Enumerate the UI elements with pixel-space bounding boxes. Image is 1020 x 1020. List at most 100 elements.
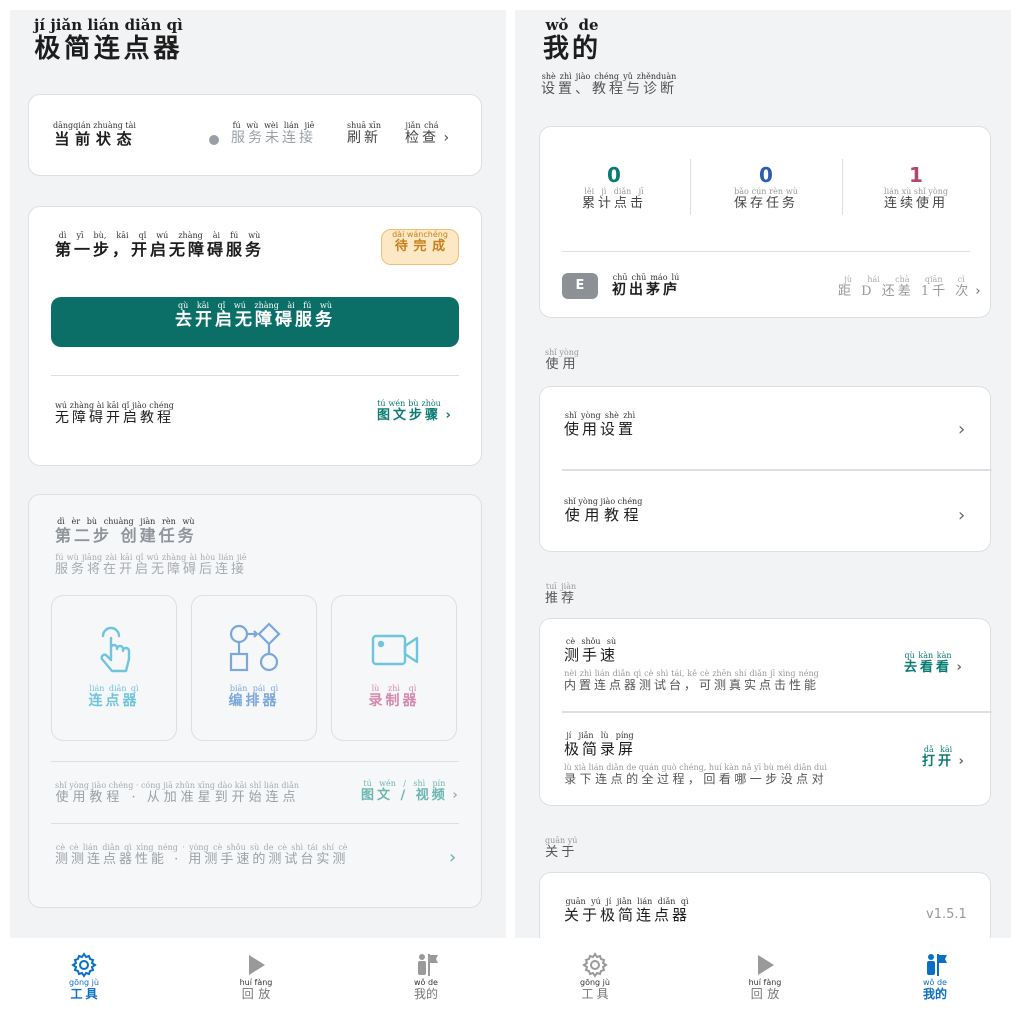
speed-test-desc-pinyin: nèi zhì lián diǎn qì cè shì tái, kě cè z… bbox=[564, 669, 820, 678]
section-recommend: 推荐tuī jiàn bbox=[545, 582, 577, 606]
chevron-right-icon: › bbox=[958, 754, 964, 769]
section-use-label: 使用 bbox=[545, 357, 579, 372]
screen-record-action[interactable]: 打开dǎ kāi › bbox=[922, 745, 964, 769]
recommend-card: 测手速cè shǒu sù 内置连点器测试台，可测真实点击性能nèi zhì l… bbox=[539, 618, 992, 806]
tab-mine-label: 我的 bbox=[413, 987, 438, 1001]
level-name-pinyin: chū chū máo lú bbox=[612, 273, 680, 282]
level-badge: E bbox=[562, 273, 598, 299]
tap-hand-icon bbox=[100, 626, 131, 673]
about-pinyin: guān yú jí jiǎn lián diǎn qì bbox=[564, 897, 691, 906]
tab-replay-label: 回放 bbox=[748, 987, 782, 1001]
use-card: 使用设置shǐ yòng shè zhì › 使用教程shǐ yòng jiào… bbox=[539, 386, 992, 552]
divider bbox=[690, 159, 691, 215]
tab-mine[interactable]: 我的wǒ de bbox=[875, 948, 995, 1002]
section-about-label: 关于 bbox=[545, 845, 578, 860]
check-label: 检查 bbox=[405, 130, 439, 146]
page-subtitle: 设置、教程与诊断shè zhì jiào chéng yǔ zhěnduàn bbox=[541, 72, 677, 98]
chevron-right-icon[interactable]: › bbox=[958, 505, 965, 526]
gear-icon bbox=[582, 952, 608, 978]
performance-test-row[interactable]: 测测连点器性能 · 用测手速的测试台实测cè cè lián diǎn qì x… bbox=[55, 843, 348, 867]
enable-accessibility-button[interactable]: 去开启无障碍服务qù kāi qǐ wú zhàng ài fú wù bbox=[51, 297, 459, 347]
usage-tutorial-link-pinyin: tú wén / shì pín bbox=[361, 779, 448, 788]
stat-saved-tasks: 0 保存任务bǎo cún rèn wù bbox=[696, 163, 836, 211]
refresh-label: 刷新 bbox=[347, 130, 381, 146]
tab-mine-pinyin: wǒ de bbox=[922, 978, 947, 987]
pending-badge-text: 待完成 bbox=[392, 239, 448, 254]
next-level-pinyin: jù hái chà qiān cì bbox=[838, 275, 972, 284]
step2-title: 第二步 创建任务dì èr bù chuàng jiàn rèn wù bbox=[55, 517, 197, 546]
arranger-tool-label: 编排器 bbox=[228, 693, 280, 709]
page-title-pinyin: wǒ de bbox=[543, 16, 601, 34]
enable-button-pinyin: qù kāi qǐ wú zhàng ài fú wù bbox=[175, 301, 335, 310]
arranger-tool-button[interactable]: 编排器biān pái qì bbox=[191, 595, 317, 741]
check-button[interactable]: 检查jiǎn chá › bbox=[405, 121, 449, 147]
clicker-tool-button[interactable]: 连点器lián diǎn qì bbox=[51, 595, 177, 741]
step1-title-text: 第一步，开启无障碍服务 bbox=[55, 240, 265, 259]
usage-tutorial-row[interactable]: 使用教程 · 从加准星到开始连点shǐ yòng jiào chéng · có… bbox=[55, 781, 299, 805]
tutorial-steps-link[interactable]: 图文步骤tú wén bù zhòu › bbox=[377, 399, 451, 423]
stat-saved-tasks-label: 保存任务 bbox=[733, 196, 798, 211]
stat-total-clicks-value: 0 bbox=[607, 163, 621, 187]
step2-card: 第二步 创建任务dì èr bù chuàng jiàn rèn wù 服务将在… bbox=[28, 494, 482, 908]
clicker-tool-pinyin: lián diǎn qì bbox=[88, 684, 140, 693]
usage-tutorial-label: 使用教程 bbox=[564, 506, 643, 524]
enable-button-label: 去开启无障碍服务 bbox=[175, 310, 335, 330]
speed-test-action[interactable]: 去看看qù kàn kàn › bbox=[904, 651, 962, 675]
step2-subtitle-pinyin: fú wù jiāng zài kāi qǐ wú zhàng ài hòu l… bbox=[55, 553, 248, 562]
stat-streak-value: 1 bbox=[909, 163, 923, 187]
service-status-pinyin: fú wù wèi lián jiē bbox=[231, 121, 316, 130]
chevron-right-icon[interactable]: › bbox=[958, 419, 965, 440]
recorder-tool-label: 录制器 bbox=[368, 693, 420, 709]
recorder-tool-button[interactable]: 录制器lù zhì qì bbox=[331, 595, 457, 741]
screen-record-title-text: 极简录屏 bbox=[564, 740, 637, 758]
divider bbox=[562, 251, 970, 252]
pending-badge: 待完成dài wánchéng bbox=[381, 229, 459, 265]
about-label: 关于极简连点器 bbox=[564, 906, 691, 924]
tutorial-steps-pinyin: tú wén bù zhòu bbox=[377, 399, 442, 408]
tab-tools[interactable]: 工具gōng jù bbox=[24, 948, 144, 1002]
tab-tools[interactable]: 工具gōng jù bbox=[535, 948, 655, 1002]
play-icon bbox=[758, 955, 774, 975]
usage-tutorial-pinyin: shǐ yòng jiào chéng · cóng jiā zhǔn xīng… bbox=[55, 781, 300, 790]
chevron-right-icon: › bbox=[956, 660, 962, 675]
tab-replay-pinyin: huí fàng bbox=[748, 978, 782, 987]
speed-test-action-text: 去看看 bbox=[904, 660, 953, 675]
tutorial-steps-text: 图文步骤 bbox=[377, 408, 442, 423]
pending-badge-pinyin: dài wánchéng bbox=[392, 230, 448, 239]
usage-tutorial-link[interactable]: 图文 / 视频tú wén / shì pín › bbox=[361, 779, 458, 803]
speed-test-desc-text: 内置连点器测试台，可测真实点击性能 bbox=[564, 678, 820, 692]
section-recommend-label: 推荐 bbox=[545, 591, 578, 606]
tab-replay-label: 回放 bbox=[239, 987, 273, 1001]
stats-card: 0 累计点击lěi jì diǎn jī 0 保存任务bǎo cún rèn w… bbox=[539, 126, 991, 318]
step1-title-pinyin: dì yī bù, kāi qǐ wú zhàng ài fú wù bbox=[55, 231, 264, 240]
screen-record-desc-text: 录下连点的全过程，回看哪一步没点对 bbox=[564, 772, 827, 786]
check-pinyin: jiǎn chá bbox=[405, 121, 439, 130]
chevron-right-icon[interactable]: › bbox=[449, 847, 456, 868]
next-level-progress[interactable]: 距 D 还差 1千 次jù hái chà qiān cì › bbox=[838, 275, 981, 299]
divider bbox=[842, 159, 843, 215]
tab-replay[interactable]: 回放huí fàng bbox=[196, 948, 316, 1002]
status-label-pinyin: dāngqián zhuàng tài bbox=[53, 121, 136, 130]
tab-replay-pinyin: huí fàng bbox=[239, 978, 273, 987]
screen-record-title-pinyin: jí jiǎn lù píng bbox=[564, 731, 636, 740]
usage-tutorial-text: 使用教程 · 从加准星到开始连点 bbox=[55, 790, 300, 805]
play-icon bbox=[249, 955, 265, 975]
screen-record-title: 极简录屏jí jiǎn lù píng bbox=[564, 731, 636, 759]
tab-mine-label: 我的 bbox=[922, 987, 947, 1001]
status-label: 当前状态dāngqián zhuàng tài bbox=[53, 121, 136, 149]
about-item[interactable]: 关于极简连点器guān yú jí jiǎn lián diǎn qì bbox=[564, 897, 690, 925]
usage-tutorial-item[interactable]: 使用教程shǐ yòng jiào chéng bbox=[564, 497, 642, 525]
page-subtitle-text: 设置、教程与诊断 bbox=[541, 81, 677, 97]
speed-test-action-pinyin: qù kàn kàn bbox=[904, 651, 953, 660]
refresh-button[interactable]: 刷新shuā xīn bbox=[347, 121, 381, 147]
status-card: 当前状态dāngqián zhuàng tài 服务未连接fú wù wèi l… bbox=[28, 94, 482, 176]
tab-replay[interactable]: 回放huí fàng bbox=[705, 948, 825, 1002]
tab-mine[interactable]: 我的wǒ de bbox=[366, 948, 486, 1002]
service-status-text: 服务未连接fú wù wèi lián jiē bbox=[231, 121, 316, 147]
performance-test-pinyin: cè cè lián diǎn qì xìng néng · yòng cè s… bbox=[55, 843, 349, 852]
usage-settings-item[interactable]: 使用设置shǐ yòng shè zhì bbox=[564, 411, 636, 439]
chevron-right-icon: › bbox=[975, 284, 981, 299]
recorder-tool-pinyin: lù zhì qì bbox=[368, 684, 420, 693]
service-status-value: 服务未连接 bbox=[231, 130, 316, 146]
app-title-pinyin: jí jiǎn lián diǎn qì bbox=[34, 16, 183, 34]
